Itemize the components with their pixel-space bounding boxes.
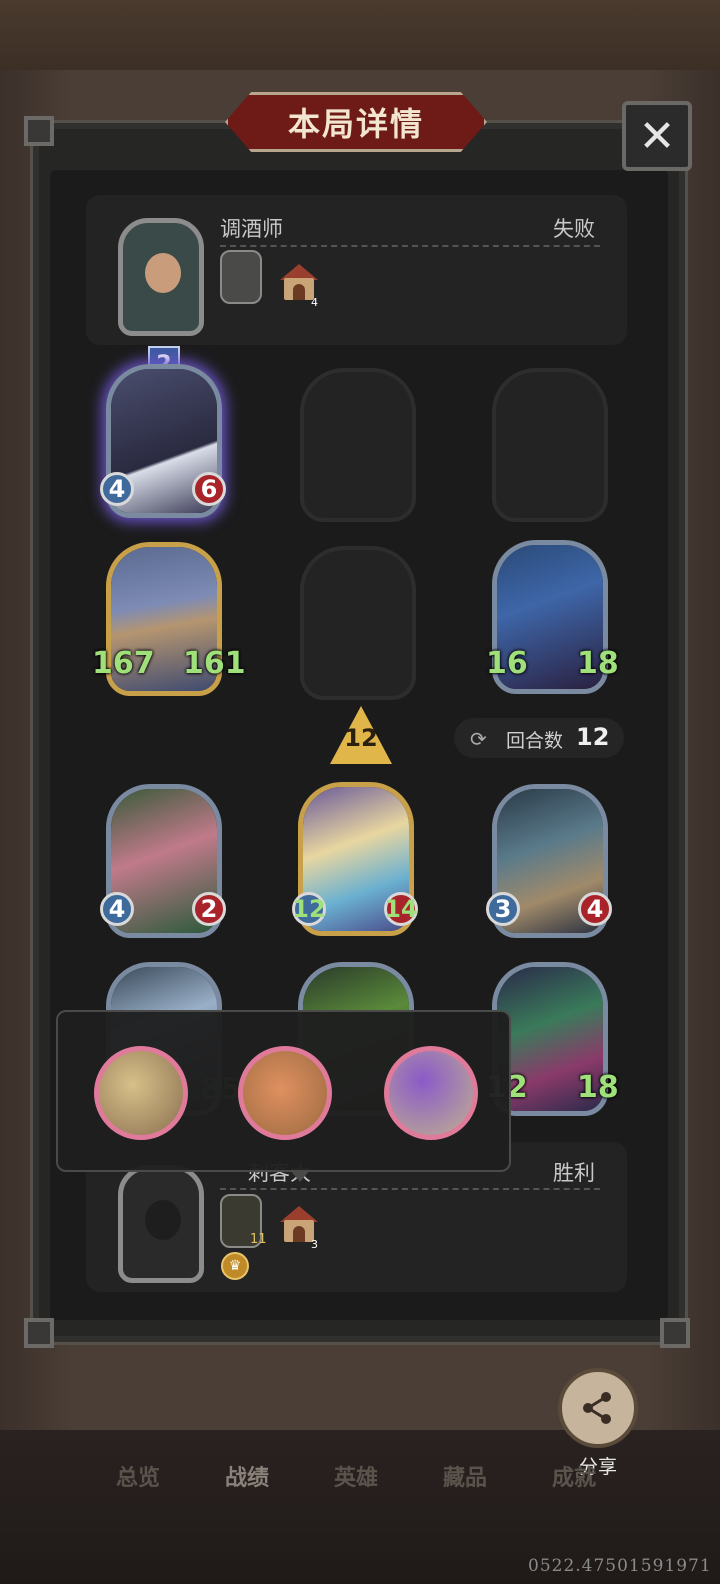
health-stat: 18 [577, 646, 619, 681]
health-stat: 14 [384, 892, 418, 926]
top-backdrop [0, 0, 720, 80]
refresh-icon: ⟳ [470, 727, 487, 751]
nav-overview[interactable]: 总览 [116, 1460, 160, 1492]
attack-stat: 16 [486, 646, 528, 681]
tavern-level: 3 [311, 1238, 318, 1251]
player-avatar[interactable] [118, 1165, 204, 1283]
frame-corner [660, 1318, 690, 1348]
attack-stat: 4 [100, 472, 134, 506]
opponent-name: 调酒师 [220, 217, 283, 241]
tavern-level: 4 [311, 296, 318, 309]
close-icon: ✕ [638, 110, 676, 162]
tooltip-pointer [290, 1170, 310, 1182]
health-value: 14 [384, 895, 418, 923]
opponent-avatar[interactable] [118, 218, 204, 336]
divider [220, 1188, 600, 1190]
health-stat: 2 [192, 892, 226, 926]
round-label: 回合数 [506, 730, 564, 752]
attack-stat: 3 [486, 892, 520, 926]
health-stat: 18 [577, 1070, 619, 1105]
avatar-face [145, 253, 181, 293]
timestamp: 0522.47501591971 [528, 1556, 712, 1576]
attack-stat: 4 [100, 892, 134, 926]
cannon-relic-icon[interactable] [238, 1046, 332, 1140]
avatar-face [145, 1200, 181, 1240]
title-banner: 本局详情 [225, 92, 487, 152]
nav-achievements[interactable]: 成就 [552, 1460, 596, 1492]
close-button[interactable]: ✕ [622, 101, 692, 171]
page-title: 本局详情 [287, 105, 424, 143]
turn-number: 12 [344, 724, 378, 752]
empty-slot [300, 368, 416, 522]
crown-icon: ♛ [221, 1252, 249, 1280]
nav-heroes[interactable]: 英雄 [334, 1460, 378, 1492]
health-stat: 161 [183, 646, 246, 681]
divider [220, 245, 600, 247]
frame-corner [24, 1318, 54, 1348]
share-icon [583, 1392, 611, 1424]
round-counter: ⟳ 回合数 12 [454, 718, 624, 758]
attack-value: 12 [292, 895, 326, 923]
round-value: 12 [576, 723, 610, 751]
attack-stat: 167 [92, 646, 155, 681]
empty-slot [492, 368, 608, 522]
health-stat: 6 [192, 472, 226, 506]
factory-relic-icon[interactable] [94, 1046, 188, 1140]
nav-records[interactable]: 战绩 [225, 1460, 269, 1492]
share-button[interactable] [558, 1368, 638, 1448]
opponent-result: 失败 [553, 217, 595, 241]
cocktail-shaker-icon[interactable] [220, 250, 262, 304]
item-level: 11 [250, 1232, 267, 1247]
nav-collection[interactable]: 藏品 [443, 1460, 487, 1492]
health-stat: 4 [578, 892, 612, 926]
attack-stat: 12 [292, 892, 326, 926]
frame-corner [24, 116, 54, 146]
empty-slot [300, 546, 416, 700]
grape-relic-icon[interactable] [384, 1046, 478, 1140]
player-result: 胜利 [553, 1161, 595, 1185]
